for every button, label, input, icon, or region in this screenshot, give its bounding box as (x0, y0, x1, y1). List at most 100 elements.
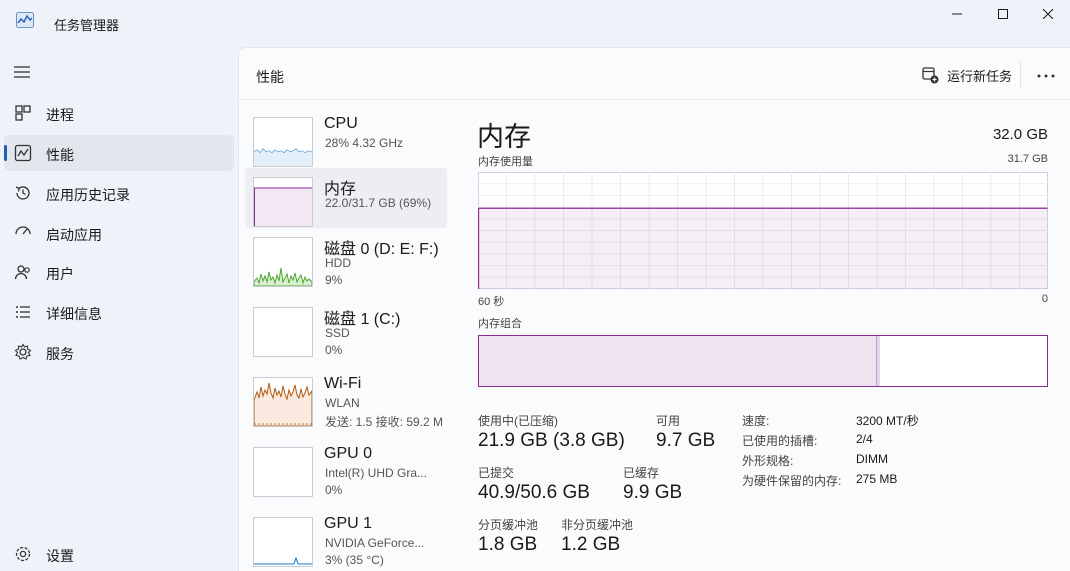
usage-max-label: 31.7 GB (1007, 153, 1048, 165)
device-gpu-0[interactable]: GPU 0 Intel(R) UHD Gra... 0% (245, 438, 447, 498)
time-axis-left: 60 秒 (478, 296, 505, 308)
paged-pool-label: 分页缓冲池 (478, 518, 539, 532)
disk1-sparkline (253, 307, 313, 357)
prop-speed-value: 3200 MT/秒 (856, 414, 919, 428)
prop-speed-key: 速度: (742, 414, 770, 428)
wifi-sparkline (253, 377, 313, 427)
services-icon (14, 343, 32, 361)
sidebar-item-label: 性能 (46, 147, 74, 163)
device-name: CPU (324, 115, 358, 132)
device-detail: 0% (325, 343, 343, 357)
memory-sparkline (253, 177, 313, 227)
committed-value: 40.9/50.6 GB (478, 482, 590, 503)
sidebar-item-label: 启动应用 (46, 227, 102, 243)
memory-usage-graph (478, 172, 1048, 289)
memory-total: 32.0 GB (992, 126, 1048, 143)
users-icon (14, 263, 32, 281)
device-wifi[interactable]: Wi-Fi WLAN 发送: 1.5 接收: 59.2 M (245, 368, 447, 429)
minimize-icon (952, 9, 962, 19)
nonpaged-pool-value: 1.2 GB (561, 534, 621, 555)
device-detail: SSD (325, 326, 350, 340)
available-label: 可用 (656, 414, 681, 428)
cached-label: 已缓存 (623, 466, 660, 480)
task-manager-icon (16, 12, 34, 28)
details-icon (14, 303, 32, 321)
prop-slots-value: 2/4 (856, 432, 873, 446)
sidebar-item-label: 详细信息 (46, 306, 102, 322)
nonpaged-pool-label: 非分页缓冲池 (561, 518, 634, 532)
device-detail: Intel(R) UHD Gra... (325, 466, 428, 480)
main-header: 性能 运行新任务 (239, 48, 1070, 100)
settings-icon (14, 545, 32, 563)
run-new-task-button[interactable]: 运行新任务 (922, 65, 1012, 85)
header-divider (1020, 60, 1021, 88)
device-memory[interactable]: 内存 22.0/31.7 GB (69%) (245, 168, 447, 228)
device-detail: HDD (325, 256, 351, 270)
device-detail: 发送: 1.5 接收: 59.2 M (325, 415, 444, 429)
detail-title: 内存 (477, 122, 531, 152)
device-gpu-1[interactable]: GPU 1 NVIDIA GeForce... 3% (35 °C) (245, 508, 447, 568)
run-new-task-label: 运行新任务 (947, 68, 1013, 84)
sidebar-item-settings[interactable]: 设置 (4, 536, 234, 571)
gpu0-sparkline (253, 447, 313, 497)
page-title: 性能 (256, 69, 284, 85)
prop-reserved-key: 为硬件保留的内存: (742, 474, 842, 488)
time-axis-right: 0 (1041, 293, 1048, 305)
sidebar-item-label: 设置 (46, 548, 74, 564)
committed-label: 已提交 (478, 466, 515, 480)
memory-composition-bar (478, 335, 1048, 387)
performance-icon (14, 144, 32, 162)
hamburger-menu-icon[interactable] (13, 65, 31, 79)
prop-form-factor-value: DIMM (856, 452, 888, 466)
startup-icon (14, 224, 32, 242)
maximize-button[interactable] (980, 0, 1026, 28)
more-icon (1037, 65, 1055, 83)
sidebar-item-processes[interactable]: 进程 (4, 95, 234, 131)
composition-in-use (479, 336, 877, 386)
sidebar-item-details[interactable]: 详细信息 (4, 294, 234, 330)
composition-caption: 内存组合 (478, 318, 522, 330)
sidebar-item-services[interactable]: 服务 (4, 334, 234, 370)
sidebar-item-label: 应用历史记录 (46, 187, 130, 203)
available-value: 9.7 GB (656, 430, 716, 451)
device-detail: 22.0/31.7 GB (69%) (325, 196, 432, 210)
prop-form-factor-key: 外形规格: (742, 454, 794, 468)
app-history-icon (14, 184, 32, 202)
in-use-value: 21.9 GB (3.8 GB) (478, 430, 625, 451)
sidebar: 进程 性能 应用历史记录 启动应用 用户 详细信息 服务 设置 (0, 44, 238, 571)
prop-slots-key: 已使用的插槽: (742, 434, 818, 448)
device-detail: 28% 4.32 GHz (325, 136, 404, 150)
usage-area (478, 208, 1048, 289)
device-detail: NVIDIA GeForce... (325, 536, 425, 550)
more-options-button[interactable] (1035, 64, 1057, 84)
close-icon (1043, 9, 1053, 19)
disk0-sparkline (253, 237, 313, 287)
device-name: Wi-Fi (324, 375, 362, 392)
title-bar: 任务管理器 (0, 0, 1070, 44)
device-detail: 9% (325, 273, 343, 287)
device-detail: 0% (325, 483, 343, 497)
minimize-button[interactable] (934, 0, 980, 28)
sidebar-item-users[interactable]: 用户 (4, 254, 234, 290)
window-title: 任务管理器 (54, 18, 120, 33)
maximize-icon (998, 9, 1008, 19)
sidebar-item-performance[interactable]: 性能 (4, 135, 234, 171)
close-button[interactable] (1025, 0, 1070, 28)
cpu-sparkline (253, 117, 313, 167)
device-disk-1[interactable]: 磁盘 1 (C:) SSD 0% (245, 298, 447, 358)
usage-caption: 内存使用量 (478, 156, 533, 168)
sidebar-item-label: 进程 (46, 107, 74, 123)
device-cpu[interactable]: CPU 28% 4.32 GHz (245, 108, 447, 168)
processes-icon (14, 104, 32, 122)
composition-modified (877, 336, 880, 386)
in-use-label: 使用中(已压缩) (478, 414, 558, 428)
sidebar-item-startup[interactable]: 启动应用 (4, 215, 234, 251)
device-disk-0[interactable]: 磁盘 0 (D: E: F:) HDD 9% (245, 228, 447, 288)
run-new-task-icon (922, 66, 939, 84)
main-panel: 性能 运行新任务 CPU 28% 4.32 GHz 内存 22.0/31.7 G… (238, 47, 1070, 571)
sidebar-item-label: 用户 (46, 266, 74, 282)
device-detail: WLAN (325, 396, 360, 410)
device-detail: 3% (35 °C) (325, 553, 384, 567)
sidebar-item-app-history[interactable]: 应用历史记录 (4, 175, 234, 211)
gpu1-sparkline (253, 517, 313, 567)
